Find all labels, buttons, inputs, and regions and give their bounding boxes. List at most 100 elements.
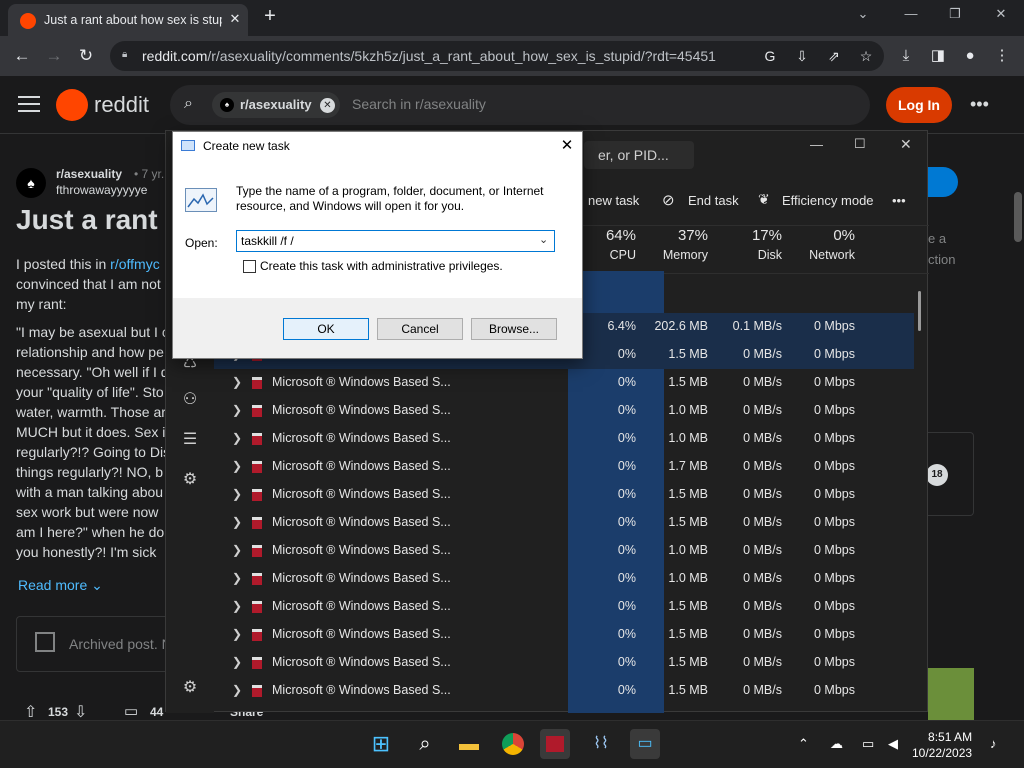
chrome-icon[interactable]: [498, 729, 528, 759]
process-list-scrollbar[interactable]: [918, 291, 921, 331]
ok-button[interactable]: OK: [283, 318, 369, 340]
more-options-icon[interactable]: •••: [970, 94, 989, 115]
taskbar-clock[interactable]: 8:51 AM 10/22/2023: [912, 729, 972, 761]
downloads-icon[interactable]: ⤓: [894, 44, 918, 68]
admin-privileges-checkbox[interactable]: [243, 260, 256, 273]
post-author[interactable]: fthrowawayyyyye: [56, 183, 147, 197]
sidebar-text: e a ction: [928, 231, 956, 267]
start-menu-icon[interactable]: ⊞: [366, 729, 396, 759]
comment-count: 44: [150, 705, 164, 719]
forward-icon[interactable]: →: [42, 44, 66, 68]
process-network: 0 Mbps: [814, 403, 855, 417]
subreddit-search-chip[interactable]: ♠ r/asexuality ✕: [212, 92, 340, 118]
comment-icon[interactable]: ▭: [124, 702, 138, 720]
admin-privileges-label[interactable]: Create this task with administrative pri…: [260, 259, 503, 273]
subreddit-name[interactable]: r/asexuality: [56, 167, 122, 181]
address-bar[interactable]: 🔒︎ reddit.com/r/asexuality/comments/5kzh…: [110, 41, 884, 71]
tab-search-icon[interactable]: ⌄: [848, 6, 878, 26]
new-tab-button[interactable]: +: [260, 6, 280, 28]
network-icon[interactable]: ▭: [862, 736, 874, 752]
login-button[interactable]: Log In: [886, 87, 952, 123]
file-explorer-icon[interactable]: ▬: [454, 729, 484, 759]
run-dialog-taskbar-icon[interactable]: ▭: [630, 729, 660, 759]
hack-app-icon[interactable]: [540, 729, 570, 759]
minimize-button[interactable]: —: [896, 6, 926, 26]
process-disk: 0 MB/s: [743, 431, 782, 445]
process-row[interactable]: ❯ Microsoft ® Windows Based S... 0% 1.5 MB 0…: [214, 621, 914, 649]
expand-chevron-icon[interactable]: ❯: [232, 571, 242, 585]
url-text[interactable]: reddit.com/r/asexuality/comments/5kzh5z/…: [142, 48, 716, 64]
expand-chevron-icon[interactable]: ❯: [232, 627, 242, 641]
process-memory: 1.5 MB: [668, 515, 708, 529]
gaming-thumbnail[interactable]: [928, 668, 974, 720]
subreddit-avatar[interactable]: ♠: [16, 168, 46, 198]
run-graph-icon: [185, 188, 217, 212]
show-hidden-icons-icon[interactable]: ⌃: [798, 736, 809, 752]
open-command-input[interactable]: taskkill /f / ⌄: [236, 230, 555, 252]
close-window-button[interactable]: ✕: [986, 6, 1016, 26]
profile-icon[interactable]: ●: [958, 44, 982, 68]
downvote-icon[interactable]: ⇩: [74, 702, 87, 722]
reddit-logo-icon[interactable]: [56, 89, 88, 121]
expand-chevron-icon[interactable]: ❯: [232, 655, 242, 669]
cloud-icon[interactable]: ☁: [830, 736, 843, 752]
process-row[interactable]: ❯ Microsoft ® Windows Based S... 0% 1.5 MB 0…: [214, 481, 914, 509]
process-name: Microsoft ® Windows Based S...: [272, 599, 451, 613]
process-row[interactable]: ❯ Microsoft ® Windows Based S... 0% 1.0 MB 0…: [214, 537, 914, 565]
browse-button[interactable]: Browse...: [471, 318, 557, 340]
hamburger-menu-icon[interactable]: [18, 96, 40, 114]
expand-chevron-icon[interactable]: ❯: [232, 543, 242, 557]
dialog-close-button[interactable]: ✕: [557, 136, 577, 156]
tab-close-icon[interactable]: ✕: [226, 10, 244, 28]
expand-chevron-icon[interactable]: ❯: [232, 599, 242, 613]
upvote-icon[interactable]: ⇧: [24, 702, 37, 722]
expand-chevron-icon[interactable]: ❯: [232, 375, 242, 389]
process-row[interactable]: ❯ Microsoft ® Windows Based S... 0% 1.0 MB 0…: [214, 397, 914, 425]
back-icon[interactable]: ←: [10, 44, 34, 68]
process-icon: [252, 405, 262, 417]
taskbar-search-icon[interactable]: ⌕: [410, 729, 440, 759]
volume-icon[interactable]: ◀︎: [888, 736, 898, 752]
process-row[interactable]: ❯ Microsoft ® Windows Based S... 0% 1.0 MB 0…: [214, 565, 914, 593]
notifications-bell-icon[interactable]: ♪: [990, 736, 997, 751]
process-icon: [252, 433, 262, 445]
expand-chevron-icon[interactable]: ❯: [232, 515, 242, 529]
process-row[interactable]: ❯ Microsoft ® Windows Based S... 0% 1.5 MB 0…: [214, 509, 914, 537]
bookmark-star-icon[interactable]: ☆: [856, 46, 876, 66]
process-row[interactable]: ❯ Microsoft ® Windows Based S... 0% 1.0 MB 0…: [214, 425, 914, 453]
side-panel-icon[interactable]: ◨: [926, 44, 950, 68]
process-row[interactable]: ❯ Microsoft ® Windows Based S... 0% 1.5 MB 0…: [214, 649, 914, 677]
reddit-search-bar[interactable]: ⌕ ♠ r/asexuality ✕ Search in r/asexualit…: [170, 85, 870, 125]
process-row[interactable]: ❯ Microsoft ® Windows Based S... 0% 1.5 MB 0…: [214, 593, 914, 621]
post-body-line: am I here?" when he do: [16, 524, 165, 540]
browser-tab[interactable]: Just a rant about how sex is stupi ✕: [8, 4, 248, 36]
expand-chevron-icon[interactable]: ❯: [232, 487, 242, 501]
task-manager-taskbar-icon[interactable]: ⌇⌇: [586, 729, 616, 759]
join-button[interactable]: [928, 167, 958, 197]
process-row[interactable]: ❯ Microsoft ® Windows Based S... 0% 1.5 MB 0…: [214, 369, 914, 397]
expand-chevron-icon[interactable]: ❯: [232, 431, 242, 445]
process-row[interactable]: ❯ Microsoft ® Windows Based S... 0% 1.5 MB 0…: [214, 677, 914, 705]
read-more-link[interactable]: Read more ⌄: [18, 577, 103, 594]
expand-chevron-icon[interactable]: ❯: [232, 403, 242, 417]
page-scrollbar[interactable]: [1014, 192, 1022, 242]
reddit-wordmark[interactable]: reddit: [94, 92, 149, 118]
subreddit-link[interactable]: r/offmyc: [110, 256, 160, 272]
chip-remove-icon[interactable]: ✕: [320, 98, 335, 113]
process-cpu: 0%: [617, 599, 636, 613]
cancel-button[interactable]: Cancel: [377, 318, 463, 340]
google-icon[interactable]: G: [760, 46, 780, 66]
process-disk: 0 MB/s: [743, 347, 782, 361]
restore-button[interactable]: ❐: [940, 6, 970, 26]
reload-icon[interactable]: ↻: [74, 44, 98, 68]
process-network: 0 Mbps: [814, 515, 855, 529]
process-cpu: 0%: [617, 459, 636, 473]
process-row[interactable]: ❯ Microsoft ® Windows Based S... 0% 1.7 MB 0…: [214, 453, 914, 481]
history-dropdown-icon[interactable]: ⌄: [539, 233, 548, 246]
expand-chevron-icon[interactable]: ❯: [232, 459, 242, 473]
share-icon[interactable]: ⇗: [824, 46, 844, 66]
post-body-line: sex work but were now: [16, 504, 159, 520]
browser-menu-icon[interactable]: ⋮: [990, 44, 1014, 68]
expand-chevron-icon[interactable]: ❯: [232, 683, 242, 697]
install-app-icon[interactable]: ⇩: [792, 46, 812, 66]
